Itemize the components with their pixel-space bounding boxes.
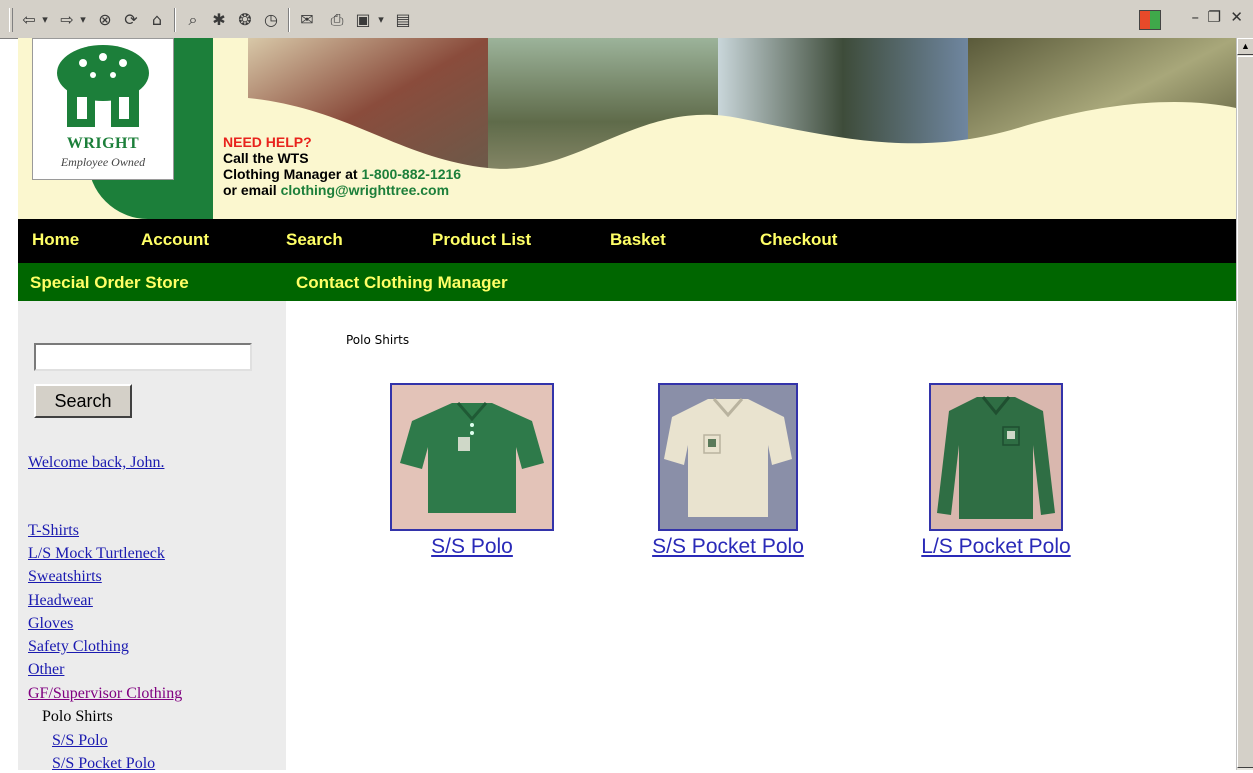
- product-card: S/S Polo: [390, 383, 554, 559]
- nav-product-list[interactable]: Product List: [432, 230, 531, 250]
- sidebar: Search Welcome back, John. T-Shirts L/S …: [18, 301, 286, 773]
- shirt-image: [931, 385, 1061, 529]
- history-icon[interactable]: ◷: [260, 10, 282, 30]
- scroll-thumb[interactable]: [1237, 56, 1253, 768]
- category-link-headwear[interactable]: Headwear: [28, 592, 93, 610]
- toolbar-separator: [174, 8, 176, 32]
- primary-nav: Home Account Search Product List Basket …: [18, 219, 1236, 263]
- help-line-2: Clothing Manager at 1-800-882-1216: [223, 166, 461, 182]
- product-image[interactable]: [658, 383, 798, 531]
- help-heading: NEED HELP?: [223, 134, 312, 150]
- subcategory-label: Polo Shirts: [42, 708, 113, 725]
- back-icon[interactable]: ⇦: [18, 10, 40, 30]
- product-link-ss-pocket-polo[interactable]: S/S Pocket Polo: [638, 535, 818, 559]
- help-contact-block: NEED HELP? Call the WTS Clothing Manager…: [223, 134, 461, 198]
- media-icon[interactable]: ❂: [234, 10, 256, 30]
- category-link-mock-turtleneck[interactable]: L/S Mock Turtleneck: [28, 545, 165, 563]
- forward-dropdown-icon[interactable]: ▾: [76, 10, 90, 30]
- search-button[interactable]: Search: [34, 384, 132, 418]
- shirt-image: [392, 385, 552, 529]
- restore-icon[interactable]: ❐: [1208, 8, 1221, 26]
- home-icon[interactable]: ⌂: [146, 10, 168, 30]
- logo-wordmark: WRIGHT: [66, 135, 140, 152]
- category-link-gf-supervisor[interactable]: GF/Supervisor Clothing: [28, 685, 182, 703]
- main-content: Polo Shirts S/S Polo S/S Pocket Polo L/S…: [286, 301, 1236, 770]
- stop-icon[interactable]: ⊗: [94, 10, 116, 30]
- discuss-icon[interactable]: ▤: [392, 10, 414, 30]
- mail-icon[interactable]: ✉: [296, 10, 318, 30]
- forward-icon[interactable]: ⇨: [56, 10, 78, 30]
- nav-contact-clothing-manager[interactable]: Contact Clothing Manager: [296, 273, 508, 293]
- windows-flag-icon: [1139, 10, 1161, 30]
- product-link-ls-pocket-polo[interactable]: L/S Pocket Polo: [906, 535, 1086, 559]
- help-line-2-prefix: Clothing Manager at: [223, 166, 362, 182]
- category-link-other[interactable]: Other: [28, 661, 64, 679]
- category-link-t-shirts[interactable]: T-Shirts: [28, 522, 79, 540]
- favorites-icon[interactable]: ✱: [208, 10, 230, 30]
- refresh-icon[interactable]: ⟳: [120, 10, 142, 30]
- nav-search[interactable]: Search: [286, 230, 343, 250]
- back-dropdown-icon[interactable]: ▾: [38, 10, 52, 30]
- nav-account[interactable]: Account: [141, 230, 209, 250]
- vertical-scrollbar[interactable]: ▲: [1236, 38, 1253, 770]
- subitem-link-ss-polo[interactable]: S/S Polo: [52, 732, 108, 750]
- help-phone: 1-800-882-1216: [361, 166, 462, 182]
- subitem-link-ss-pocket-polo[interactable]: S/S Pocket Polo: [52, 755, 155, 773]
- toolbar-separator: [288, 8, 290, 32]
- product-image[interactable]: [390, 383, 554, 531]
- category-link-safety-clothing[interactable]: Safety Clothing: [28, 638, 129, 656]
- product-card: L/S Pocket Polo: [906, 383, 1086, 559]
- browser-toolbar: ⇦ ▾ ⇨ ▾ ⊗ ⟳ ⌂ ⌕ ✱ ❂ ◷ ✉ ⎙ ▣ ▾ ▤ – ❐ ✕: [0, 0, 1253, 39]
- category-link-gloves[interactable]: Gloves: [28, 615, 73, 633]
- nav-home[interactable]: Home: [32, 230, 79, 250]
- shirt-image: [660, 385, 796, 529]
- secondary-nav: Special Order Store Contact Clothing Man…: [18, 263, 1236, 301]
- nav-special-order-store[interactable]: Special Order Store: [30, 273, 189, 293]
- edit-dropdown-icon[interactable]: ▾: [374, 10, 388, 30]
- help-email: clothing@wrighttree.com: [280, 182, 450, 198]
- minimize-icon[interactable]: –: [1192, 8, 1200, 26]
- logo-tagline: Employee Owned: [60, 155, 146, 169]
- toolbar-grip[interactable]: [9, 8, 13, 32]
- product-link-ss-polo[interactable]: S/S Polo: [390, 535, 554, 559]
- search-input[interactable]: [34, 343, 252, 371]
- welcome-link[interactable]: Welcome back, John.: [28, 454, 164, 472]
- tree-logo-icon: [57, 45, 149, 127]
- help-line-1: Call the WTS: [223, 150, 309, 166]
- nav-checkout[interactable]: Checkout: [760, 230, 837, 250]
- category-link-sweatshirts[interactable]: Sweatshirts: [28, 568, 102, 586]
- company-logo[interactable]: WRIGHT Employee Owned: [32, 38, 174, 180]
- product-image[interactable]: [929, 383, 1063, 531]
- site-header: WRIGHT Employee Owned NEED HELP? Call th…: [18, 38, 1236, 219]
- help-line-3: or email clothing@wrighttree.com: [223, 182, 461, 198]
- edit-icon[interactable]: ▣: [352, 10, 374, 30]
- close-icon[interactable]: ✕: [1230, 8, 1243, 26]
- print-icon[interactable]: ⎙: [326, 10, 348, 30]
- category-title: Polo Shirts: [346, 333, 410, 347]
- nav-basket[interactable]: Basket: [610, 230, 666, 250]
- scroll-up-arrow-icon[interactable]: ▲: [1237, 38, 1253, 55]
- product-card: S/S Pocket Polo: [638, 383, 818, 559]
- search-icon[interactable]: ⌕: [182, 10, 204, 30]
- help-line-3-prefix: or email: [223, 182, 281, 198]
